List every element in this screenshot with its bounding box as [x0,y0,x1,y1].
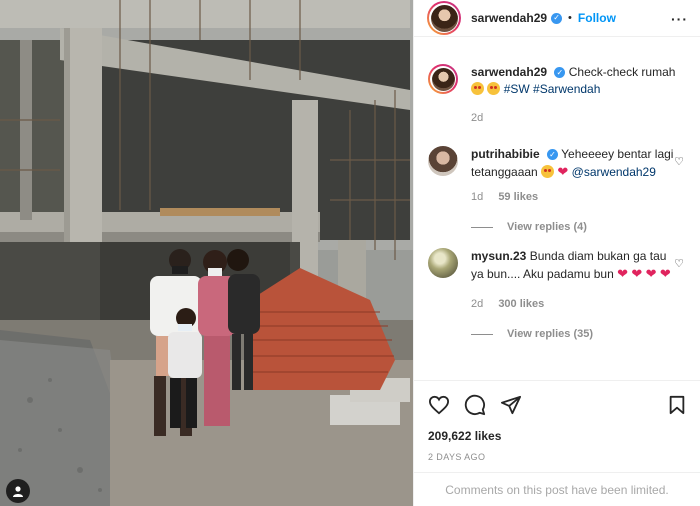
comment-item: putrihabibie ✓ Yeheeeey bentar lagi teta… [428,146,686,206]
comment-likes[interactable]: 59 likes [498,191,538,203]
tagged-user-icon[interactable] [6,479,30,503]
star-struck-emoji-icon [541,165,555,178]
red-heart-emoji-icon: ❤ [645,266,657,281]
user-silhouette-icon [13,486,23,497]
caption-time: 2d [471,112,484,124]
caption-hashtags[interactable]: #SW #Sarwendah [504,82,601,96]
star-struck-emoji-icon [471,82,484,95]
post-header: sarwendah29 ✓ • Follow ··· [414,0,700,37]
separator-dot: • [568,12,572,24]
share-send-icon[interactable] [500,395,522,415]
post-likes-count[interactable]: 209,622 likes [428,429,686,443]
post-date: 2 DAYS AGO [428,452,486,462]
view-replies-button[interactable]: View replies (35) [471,328,686,340]
caption-text: Check-check rumah [568,65,676,79]
post-photo[interactable] [0,0,413,506]
verified-badge-icon: ✓ [554,67,566,79]
more-options-icon[interactable]: ··· [671,11,688,27]
comment-mention[interactable]: @sarwendah29 [572,165,656,179]
post-side-panel: sarwendah29 ✓ • Follow ··· sarwendah29 ✓… [413,0,700,506]
comment-time: 1d [471,191,484,203]
red-heart-emoji-icon: ❤ [659,266,671,281]
verified-badge-icon: ✓ [547,149,559,161]
construction-site-photo [0,0,413,506]
view-replies-label: View replies (4) [507,221,587,233]
view-replies-button[interactable]: View replies (4) [471,221,686,233]
caption-avatar[interactable] [428,64,458,94]
replies-line [471,226,493,228]
follow-button[interactable]: Follow [578,11,616,25]
commenter-avatar[interactable] [428,146,458,176]
comment-username[interactable]: putrihabibie [471,147,540,161]
post-actions: 209,622 likes 2 DAYS AGO [414,380,700,462]
author-username[interactable]: sarwendah29 [471,11,547,25]
comment-time: 2d [471,298,484,310]
red-heart-emoji-icon: ❤ [631,266,643,281]
author-avatar[interactable] [427,1,461,35]
comment-bubble-icon[interactable] [464,394,486,416]
like-comment-heart-icon[interactable]: ♡ [674,257,684,270]
replies-line [471,333,493,335]
comment-likes[interactable]: 300 likes [498,298,544,310]
comments-list[interactable]: sarwendah29 ✓ Check-check rumah #SW #Sar… [414,52,700,378]
verified-badge-icon: ✓ [551,12,563,24]
comment-username[interactable]: mysun.23 [471,249,526,263]
star-struck-emoji-icon [487,82,501,95]
comment-item: mysun.23 Bunda diam bukan ga tau ya bun.… [428,248,686,313]
red-heart-emoji-icon: ❤ [617,266,629,281]
caption-username[interactable]: sarwendah29 [471,65,547,79]
caption: sarwendah29 ✓ Check-check rumah #SW #Sar… [428,64,686,127]
like-comment-heart-icon[interactable]: ♡ [674,155,684,168]
commenter-avatar[interactable] [428,248,458,278]
comments-limited-notice: Comments on this post have been limited. [414,472,700,506]
like-heart-icon[interactable] [428,395,450,415]
view-replies-label: View replies (35) [507,328,594,340]
save-bookmark-icon[interactable] [668,395,686,415]
red-heart-emoji-icon: ❤ [557,164,569,179]
